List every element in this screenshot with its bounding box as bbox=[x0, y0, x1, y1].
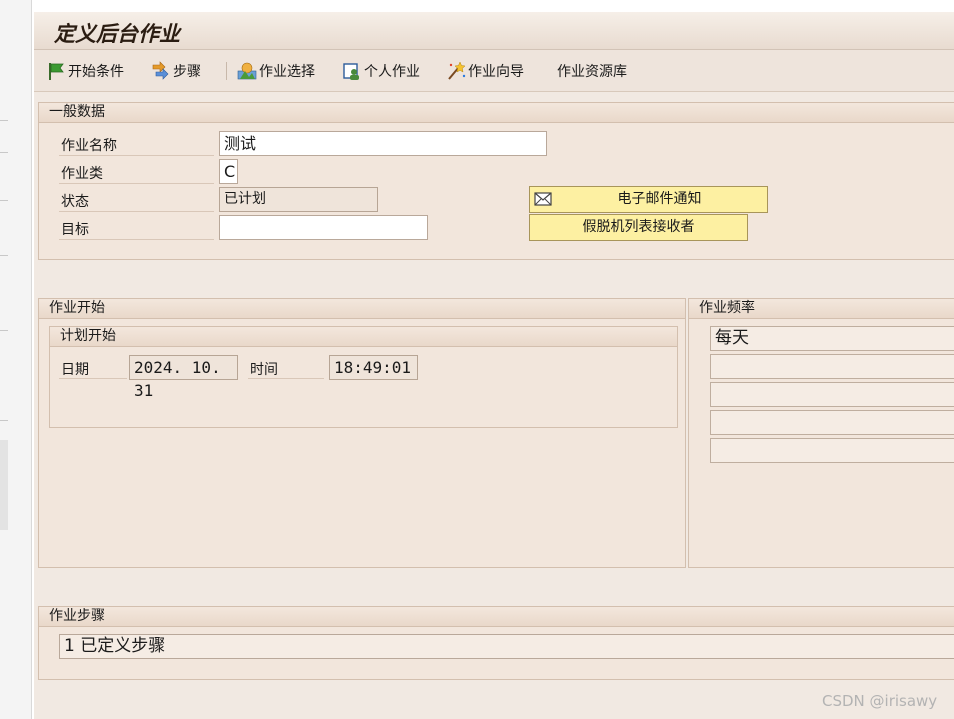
planned-start-group: 计划开始 日期 2024. 10. 31 时间 18:49:01 bbox=[49, 326, 678, 428]
toolbar-separator bbox=[226, 62, 227, 80]
spool-recipient-label: 假脱机列表接收者 bbox=[582, 219, 695, 235]
time-field[interactable]: 18:49:01 bbox=[329, 355, 418, 380]
job-wizard-button[interactable]: 作业向导 bbox=[446, 60, 524, 82]
job-start-header: 作业开始 bbox=[39, 299, 685, 319]
job-frequency-group: 作业频率 每天 bbox=[688, 298, 954, 568]
steps-button[interactable]: 步骤 bbox=[151, 60, 201, 82]
time-label: 时间 bbox=[250, 362, 278, 378]
frequency-row bbox=[710, 410, 954, 435]
strip-divider bbox=[0, 152, 8, 153]
frequency-row bbox=[710, 354, 954, 379]
job-select-icon bbox=[237, 61, 257, 81]
page-title: 定义后台作业 bbox=[54, 22, 180, 46]
label-underline bbox=[59, 211, 214, 212]
steps-icon bbox=[151, 61, 171, 81]
own-jobs-button[interactable]: 个人作业 bbox=[342, 60, 420, 82]
status-field: 已计划 bbox=[219, 187, 378, 212]
watermark: CSDN @irisawy bbox=[822, 692, 938, 710]
strip-divider bbox=[0, 200, 8, 201]
status-label: 状态 bbox=[61, 194, 89, 210]
date-label: 日期 bbox=[61, 362, 89, 378]
own-jobs-icon bbox=[342, 61, 362, 81]
strip-divider bbox=[0, 255, 8, 256]
email-notification-button[interactable]: 电子邮件通知 bbox=[529, 186, 768, 213]
job-start-group: 作业开始 计划开始 日期 2024. 10. 31 时间 18:49:01 bbox=[38, 298, 686, 568]
start-condition-label: 开始条件 bbox=[68, 64, 124, 80]
strip-divider bbox=[0, 330, 8, 331]
job-frequency-header: 作业频率 bbox=[689, 299, 954, 319]
background-window-strip bbox=[0, 0, 32, 719]
job-name-label: 作业名称 bbox=[61, 138, 117, 154]
spool-recipient-button[interactable]: 假脱机列表接收者 bbox=[529, 214, 748, 241]
planned-start-header: 计划开始 bbox=[50, 327, 677, 347]
start-condition-button[interactable]: 开始条件 bbox=[46, 60, 124, 82]
job-selection-button[interactable]: 作业选择 bbox=[237, 60, 315, 82]
email-notification-label: 电子邮件通知 bbox=[617, 191, 702, 207]
date-field[interactable]: 2024. 10. 31 bbox=[129, 355, 238, 400]
target-field[interactable] bbox=[219, 215, 428, 240]
title-bar: 定义后台作业 bbox=[34, 12, 954, 50]
flag-icon bbox=[46, 61, 66, 81]
label-underline bbox=[59, 155, 214, 156]
application-toolbar: 开始条件 步骤 作业选择 个人作业 作业向导 作业资源库 bbox=[34, 50, 954, 92]
strip-divider bbox=[0, 120, 8, 121]
envelope-icon bbox=[534, 190, 552, 208]
general-data-group: 一般数据 作业名称 测试 作业类 C 状态 已计划 目标 电子邮件通知 假脱机列… bbox=[38, 102, 954, 260]
frequency-row bbox=[710, 438, 954, 463]
wizard-icon bbox=[446, 61, 466, 81]
label-underline bbox=[59, 183, 214, 184]
job-repository-label: 作业资源库 bbox=[557, 64, 627, 80]
target-label: 目标 bbox=[61, 222, 89, 238]
job-class-field[interactable]: C bbox=[219, 159, 238, 184]
strip-shade bbox=[0, 440, 8, 530]
frequency-row bbox=[710, 382, 954, 407]
job-class-label: 作业类 bbox=[61, 166, 103, 182]
job-steps-field: 1 已定义步骤 bbox=[59, 634, 954, 659]
job-steps-header: 作业步骤 bbox=[39, 607, 954, 627]
sap-window: 定义后台作业 开始条件 步骤 作业选择 个人作业 作业向导 作业资源库 一般数据… bbox=[34, 12, 954, 719]
strip-divider bbox=[0, 420, 8, 421]
frequency-row: 每天 bbox=[710, 326, 954, 351]
own-jobs-label: 个人作业 bbox=[364, 64, 420, 80]
job-selection-label: 作业选择 bbox=[259, 64, 315, 80]
steps-label: 步骤 bbox=[173, 64, 201, 80]
label-underline bbox=[59, 378, 127, 379]
job-repository-button[interactable]: 作业资源库 bbox=[557, 60, 627, 82]
job-name-field[interactable]: 测试 bbox=[219, 131, 547, 156]
label-underline bbox=[59, 239, 214, 240]
job-wizard-label: 作业向导 bbox=[468, 64, 524, 80]
label-underline bbox=[248, 378, 324, 379]
job-steps-group: 作业步骤 1 已定义步骤 bbox=[38, 606, 954, 680]
general-data-header: 一般数据 bbox=[39, 103, 954, 123]
